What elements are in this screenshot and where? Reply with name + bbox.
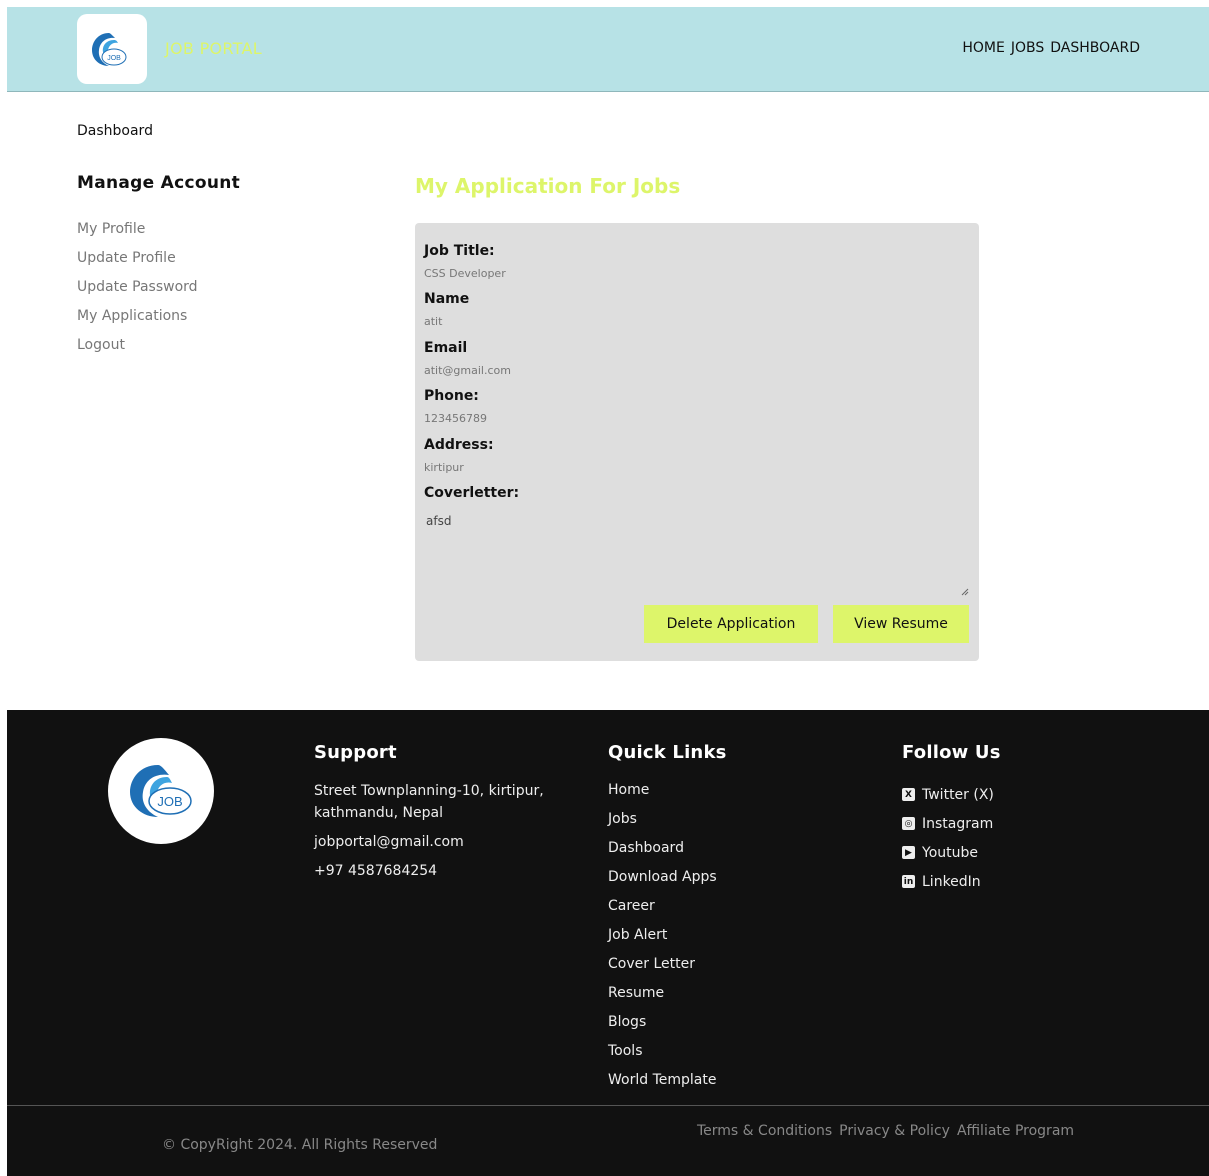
quick-link-job-alert[interactable]: Job Alert [608, 925, 727, 954]
x-icon: X [902, 788, 915, 801]
email-value: atit@gmail.com [424, 364, 511, 377]
follow-heading: Follow Us [902, 742, 1001, 763]
quick-link-career[interactable]: Career [608, 896, 727, 925]
nav-dashboard[interactable]: DASHBOARD [1050, 40, 1140, 56]
linkedin-icon: in [902, 875, 915, 888]
sidebar-item-update-profile[interactable]: Update Profile [77, 248, 198, 277]
sidebar-item-my-applications[interactable]: My Applications [77, 306, 198, 335]
affiliate-link[interactable]: Affiliate Program [957, 1123, 1074, 1139]
quick-links-heading: Quick Links [608, 742, 727, 763]
footer-quick-links: Quick Links Home Jobs Dashboard Download… [608, 742, 727, 1099]
job-title-label: Job Title: [424, 243, 495, 259]
social-youtube[interactable]: ▶ Youtube [902, 838, 1001, 867]
phone-value: 123456789 [424, 412, 487, 425]
quick-link-tools[interactable]: Tools [608, 1041, 727, 1070]
quick-link-blogs[interactable]: Blogs [608, 1012, 727, 1041]
view-resume-button[interactable]: View Resume [833, 605, 969, 643]
sidebar-item-my-profile[interactable]: My Profile [77, 219, 198, 248]
phone-label: Phone: [424, 388, 479, 404]
legal-links: Terms & Conditions Privacy & Policy Affi… [697, 1123, 1074, 1139]
support-address-line1: Street Townplanning-10, kirtipur, [314, 783, 544, 799]
coverletter-label: Coverletter: [424, 485, 520, 501]
nav-jobs[interactable]: JOBS [1011, 40, 1044, 56]
social-linkedin-label: LinkedIn [922, 873, 981, 890]
footer-support: Support Street Townplanning-10, kirtipur… [314, 742, 544, 882]
site-footer: JOB Support Street Townplanning-10, kirt… [7, 710, 1209, 1176]
application-card: Job Title: CSS Developer Name atit Email… [415, 223, 979, 661]
instagram-icon: ◎ [902, 817, 915, 830]
quick-link-dashboard[interactable]: Dashboard [608, 838, 727, 867]
support-heading: Support [314, 742, 397, 763]
main-nav: HOME JOBS DASHBOARD [962, 40, 1140, 56]
resize-handle-icon[interactable] [961, 588, 969, 596]
quick-link-jobs[interactable]: Jobs [608, 809, 727, 838]
footer-follow: Follow Us X Twitter (X) ◎ Instagram ▶ Yo… [902, 742, 1001, 896]
sidebar-item-update-password[interactable]: Update Password [77, 277, 198, 306]
delete-application-button[interactable]: Delete Application [644, 605, 818, 643]
sidebar-menu: My Profile Update Profile Update Passwor… [77, 219, 198, 364]
coverletter-textarea[interactable]: afsd [424, 508, 970, 600]
social-linkedin[interactable]: in LinkedIn [902, 867, 1001, 896]
job-logo-icon: JOB [130, 765, 192, 817]
address-label: Address: [424, 437, 494, 453]
job-logo-icon: JOB [92, 33, 127, 66]
name-label: Name [424, 291, 470, 307]
quick-link-world-template[interactable]: World Template [608, 1070, 727, 1099]
page-title: My Application For Jobs [415, 174, 681, 198]
nav-home[interactable]: HOME [962, 40, 1004, 56]
social-twitter-label: Twitter (X) [922, 786, 994, 803]
privacy-link[interactable]: Privacy & Policy [839, 1123, 950, 1139]
social-instagram-label: Instagram [922, 815, 994, 832]
footer-logo: JOB [108, 738, 214, 844]
site-header: JOB JOB PORTAL HOME JOBS DASHBOARD [7, 7, 1209, 92]
social-instagram[interactable]: ◎ Instagram [902, 809, 1001, 838]
support-email[interactable]: jobportal@gmail.com [314, 831, 544, 853]
brand-name[interactable]: JOB PORTAL [165, 39, 262, 58]
support-address-line2: kathmandu, Nepal [314, 805, 443, 821]
email-label: Email [424, 340, 468, 356]
sidebar-title: Manage Account [77, 173, 241, 193]
quick-link-home[interactable]: Home [608, 780, 727, 809]
svg-text:JOB: JOB [157, 794, 182, 809]
social-youtube-label: Youtube [922, 844, 978, 861]
address-value: kirtipur [424, 461, 464, 474]
quick-link-resume[interactable]: Resume [608, 983, 727, 1012]
job-title-value: CSS Developer [424, 267, 506, 280]
copyright-text: © CopyRight 2024. All Rights Reserved [162, 1137, 438, 1153]
sidebar-item-logout[interactable]: Logout [77, 335, 198, 364]
breadcrumb: Dashboard [77, 123, 153, 139]
svg-text:JOB: JOB [107, 55, 121, 62]
terms-link[interactable]: Terms & Conditions [697, 1123, 832, 1139]
quick-link-download-apps[interactable]: Download Apps [608, 867, 727, 896]
youtube-icon: ▶ [902, 846, 915, 859]
name-value: atit [424, 315, 443, 328]
logo[interactable]: JOB [77, 14, 147, 84]
quick-link-cover-letter[interactable]: Cover Letter [608, 954, 727, 983]
footer-divider [7, 1105, 1209, 1106]
social-twitter[interactable]: X Twitter (X) [902, 780, 1001, 809]
support-phone[interactable]: +97 4587684254 [314, 860, 544, 882]
